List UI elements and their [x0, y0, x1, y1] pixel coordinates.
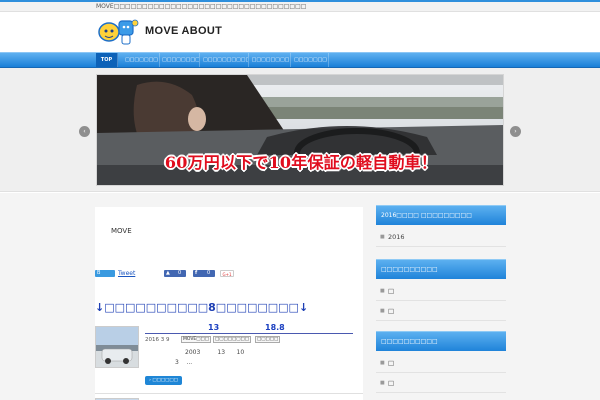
hatena-bookmark-button[interactable]: B: [95, 270, 115, 277]
fb-share-count: 0: [207, 270, 211, 276]
post-tag-1[interactable]: MOVE□□□: [181, 336, 212, 343]
post-title-number-1: 13: [208, 323, 220, 332]
nav-item-2[interactable]: □□□□□□□: [124, 53, 160, 67]
widget-archive: ■ 2016: [376, 225, 506, 247]
widget-3-link-2[interactable]: ■ □: [376, 373, 506, 393]
top-strip: MOVE□□□□□□□□□□□□□□□□□□□□□□□□□□□□□□□□□□: [0, 0, 600, 12]
widget-3-link-1[interactable]: ■ □: [376, 353, 506, 373]
nav-item-4[interactable]: □□□□□□□□□□: [203, 53, 249, 67]
post-thumbnail[interactable]: [95, 326, 139, 368]
widget-title-3: □□□□□□□□□□: [376, 331, 506, 351]
content-area: MOVE B Tweet ▲ 0 f 0 G+1 ↓□□□□□□□□□□8□□□…: [0, 193, 600, 400]
post-excerpt-line-2: 3 ...: [175, 359, 193, 366]
ranking-heading: ↓□□□□□□□□□□8□□□□□□□□↓: [95, 301, 309, 314]
thumbs-up-icon: ▲: [166, 270, 170, 276]
bullet-icon: ■: [380, 288, 385, 294]
main-nav: TOP □□□□□□□ □□□□□□□□ □□□□□□□□□□ □□□□□□□□…: [0, 52, 600, 68]
widget-2-link-label: □: [388, 287, 395, 295]
read-more-button[interactable]: › □□□□□□: [145, 376, 182, 385]
hero-slide-image[interactable]: 60万円以下で10年保証の軽自動車！: [96, 74, 504, 186]
widget-2: ■ □ ■ □: [376, 279, 506, 323]
slider-prev-button[interactable]: ‹: [79, 126, 90, 137]
site-header: MOVE ABOUT: [0, 12, 600, 52]
hero-slider: ‹ 60万円以下で10年保証の軽自動車！ ›: [0, 68, 600, 192]
main-column: MOVE B Tweet ▲ 0 f 0 G+1 ↓□□□□□□□□□□8□□□…: [95, 207, 363, 400]
read-more-label: □□□□□□: [152, 378, 178, 383]
mascot-logo-icon[interactable]: [97, 17, 141, 47]
like-count: 0: [178, 270, 182, 276]
post-divider: [95, 393, 363, 394]
slider-next-button[interactable]: ›: [510, 126, 521, 137]
widget-title-2: □□□□□□□□□□: [376, 259, 506, 279]
widget-3-link-label: □: [388, 379, 395, 387]
tweet-link[interactable]: Tweet: [118, 270, 135, 277]
facebook-share-button[interactable]: f 0: [193, 270, 215, 277]
google-plus-button[interactable]: G+1: [220, 270, 234, 277]
widget-2-link-1[interactable]: ■ □: [376, 281, 506, 301]
post-tag-3[interactable]: □□□□□: [255, 336, 281, 343]
post-excerpt-line-1: 2003 13 10: [185, 349, 245, 356]
bullet-icon: ■: [380, 380, 385, 386]
bullet-icon: ■: [380, 234, 385, 240]
site-tagline: MOVE□□□□□□□□□□□□□□□□□□□□□□□□□□□□□□□□□□: [96, 3, 307, 10]
slide-caption: 60万円以下で10年保証の軽自動車！: [164, 153, 438, 172]
archive-link-2016[interactable]: ■ 2016: [376, 227, 506, 247]
nav-item-3[interactable]: □□□□□□□□: [162, 53, 200, 67]
post-title-link[interactable]: 13 18.8: [145, 323, 353, 334]
arrow-right-icon: ›: [149, 378, 151, 383]
widget-3: ■ □ ■ □: [376, 351, 506, 397]
intro-text: MOVE: [111, 227, 132, 235]
post-tag-2[interactable]: □□□□□□□□: [213, 336, 252, 343]
post-item: 13 18.8 2016 3 9 MOVE□□□ □□□□□□□□ □□□□□ …: [95, 323, 363, 395]
nav-item-6[interactable]: □□□□□□□: [293, 53, 329, 67]
widget-2-link-label: □: [388, 307, 395, 315]
post-date: 2016 3 9: [145, 337, 170, 343]
post-title-number-2: 18.8: [265, 323, 285, 332]
archive-link-label: 2016: [388, 233, 405, 241]
facebook-like-button[interactable]: ▲ 0: [164, 270, 186, 277]
widget-title-archive: 2016□□□□ □□□□□□□□□: [376, 205, 506, 225]
nav-item-5[interactable]: □□□□□□□□: [251, 53, 291, 67]
bullet-icon: ■: [380, 308, 385, 314]
site-title[interactable]: MOVE ABOUT: [145, 25, 222, 37]
bullet-icon: ■: [380, 360, 385, 366]
facebook-icon: f: [195, 270, 198, 276]
nav-item-top[interactable]: TOP: [96, 53, 118, 67]
widget-2-link-2[interactable]: ■ □: [376, 301, 506, 321]
widget-3-link-label: □: [388, 359, 395, 367]
